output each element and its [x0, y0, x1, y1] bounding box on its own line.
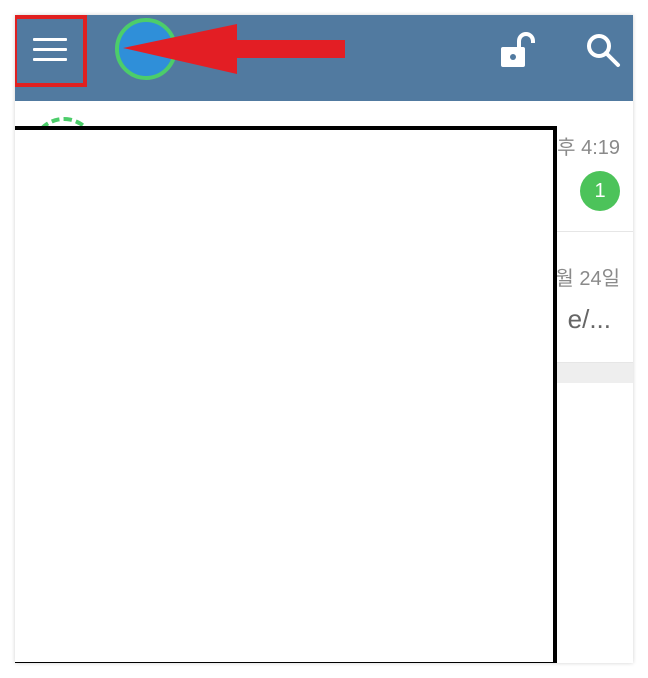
app-window: 후 4:19 1 월 24일 e/... [15, 15, 633, 663]
conversation-preview: e/... [567, 304, 611, 334]
unread-badge: 1 [580, 171, 620, 211]
unlock-icon[interactable] [495, 29, 539, 73]
redaction-box [15, 126, 557, 663]
search-icon[interactable] [581, 29, 625, 73]
conversation-time: 후 4:19 [557, 137, 620, 159]
menu-button-highlight [15, 15, 87, 87]
conversation-time: 월 24일 [555, 268, 620, 290]
avatar[interactable] [115, 18, 177, 80]
app-bar [15, 15, 633, 101]
